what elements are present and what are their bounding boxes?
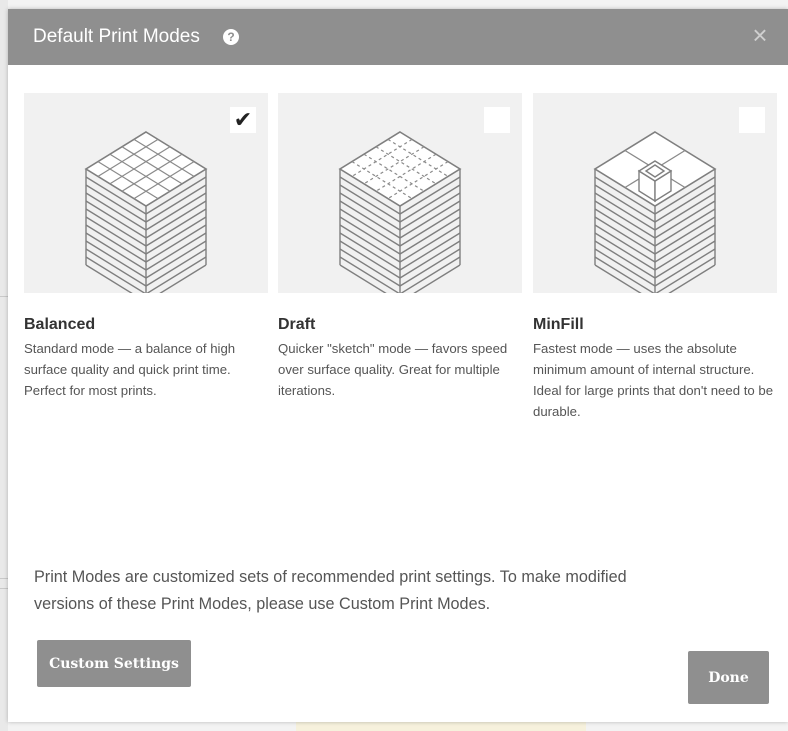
mode-checkbox-minfill[interactable]: [739, 107, 765, 133]
mode-card-draft[interactable]: Draft Quicker "sketch" mode — favors spe…: [278, 93, 522, 401]
mode-image-draft: [278, 93, 522, 293]
mode-name: Draft: [278, 316, 316, 333]
background-divider: [0, 296, 8, 297]
background-divider: [0, 578, 8, 579]
mode-name: Balanced: [24, 316, 96, 333]
mode-checkbox-balanced[interactable]: ✔: [230, 107, 256, 133]
footer-description: Print Modes are customized sets of recom…: [34, 568, 627, 613]
print-modes-dialog: Default Print Modes ? × ✔ Balanced Stand…: [8, 9, 788, 722]
question-circle-icon[interactable]: ?: [223, 29, 239, 45]
mode-card-balanced[interactable]: ✔ Balanced Standard mode — a balance of …: [24, 93, 268, 401]
close-icon[interactable]: ×: [748, 22, 772, 48]
custom-settings-button[interactable]: Custom Settings: [37, 640, 191, 687]
background-divider: [0, 588, 8, 589]
mode-description: Fastest mode — uses the absolute minimum…: [533, 341, 774, 419]
background-page-edge: [0, 0, 8, 731]
mode-image-balanced: ✔: [24, 93, 268, 293]
mode-name: MinFill: [533, 316, 584, 333]
background-panel: [296, 722, 586, 731]
mode-image-minfill: [533, 93, 777, 293]
done-button[interactable]: Done: [688, 651, 769, 704]
mode-description: Quicker "sketch" mode — favors speed ove…: [278, 341, 508, 398]
dialog-header: Default Print Modes ? ×: [8, 9, 788, 65]
dialog-title: Default Print Modes: [33, 26, 200, 47]
mode-description: Standard mode — a balance of high surfac…: [24, 341, 236, 398]
mode-checkbox-draft[interactable]: [484, 107, 510, 133]
mode-card-minfill[interactable]: MinFill Fastest mode — uses the absolute…: [533, 93, 777, 422]
